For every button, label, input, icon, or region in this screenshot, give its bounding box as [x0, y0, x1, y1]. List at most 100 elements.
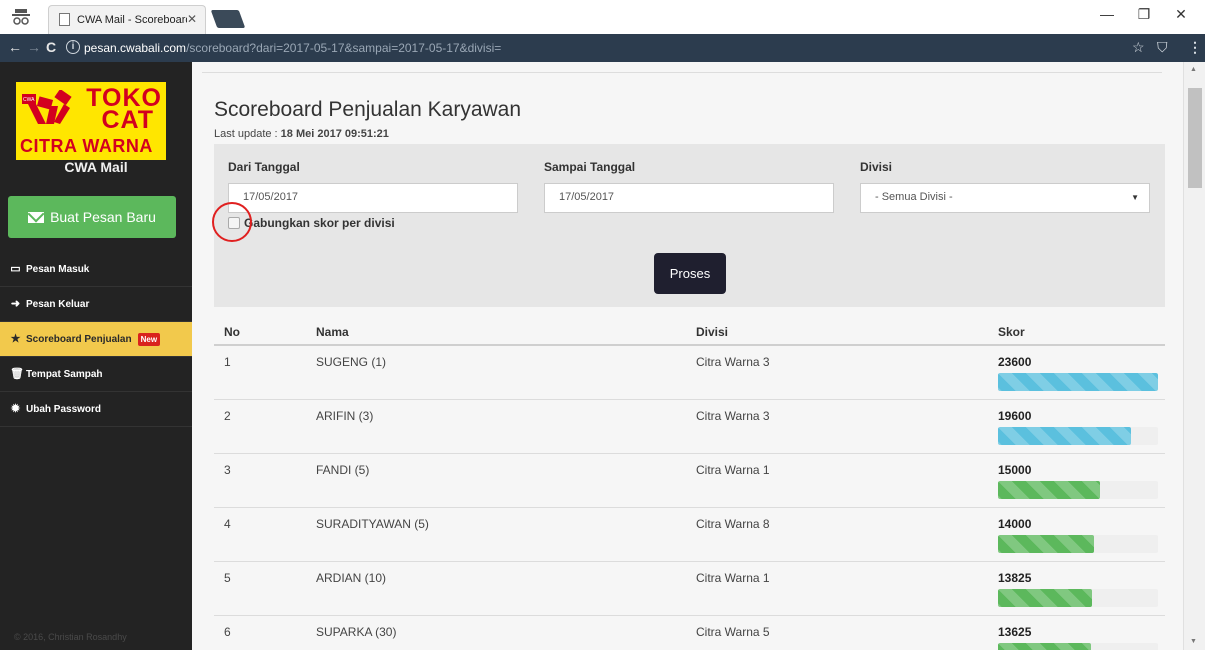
close-window-icon[interactable]: ✕ [1166, 6, 1196, 23]
row-score: 19600 [998, 409, 1032, 423]
url-path: /scoreboard?dari=2017-05-17&sampai=2017-… [186, 41, 502, 55]
close-tab-icon[interactable]: ✕ [187, 12, 197, 26]
row-score: 15000 [998, 463, 1032, 477]
sidebar: CWA TOKO CAT CITRA WARNA CWA Mail Buat P… [0, 62, 192, 650]
score-progress-fill [998, 535, 1094, 553]
restore-icon[interactable]: ❐ [1129, 6, 1159, 23]
back-icon[interactable]: ← [8, 39, 22, 55]
page-title: Scoreboard Penjualan Karyawan [214, 98, 522, 121]
from-date-input[interactable]: 17/05/2017 [228, 183, 518, 213]
scoreboard-table: No Nama Divisi Skor 1 SUGENG (1) Citra War… [214, 318, 1165, 650]
sidebar-item-label: Scoreboard Penjualan [26, 333, 132, 345]
sidebar-item-label: Tempat Sampah [26, 368, 103, 380]
shield-icon[interactable]: ⛉ [1157, 39, 1168, 56]
row-division: Citra Warna 1 [696, 571, 770, 585]
row-score: 14000 [998, 517, 1032, 531]
filter-panel: Dari Tanggal 17/05/2017 Sampai Tanggal 1… [212, 144, 1165, 307]
bookmark-star-icon[interactable]: ☆ [1132, 39, 1145, 56]
header-no: No [224, 325, 240, 339]
row-name: FANDI (5) [316, 463, 370, 477]
row-score: 23600 [998, 355, 1032, 369]
row-no: 4 [224, 517, 231, 531]
table-header: No Nama Divisi Skor [214, 318, 1165, 346]
new-message-button[interactable]: Buat Pesan Baru [8, 196, 176, 238]
row-division: Citra Warna 8 [696, 517, 770, 531]
division-value: - Semua Divisi - [875, 191, 953, 203]
sidebar-item-pesan-keluar[interactable]: ➜ Pesan Keluar [0, 287, 192, 322]
sign-out-icon: ➜ [10, 297, 21, 310]
scrollbar[interactable]: ▲ ▼ [1183, 62, 1205, 650]
forward-icon[interactable]: → [27, 39, 41, 55]
score-progress-bar [998, 481, 1158, 499]
scroll-down-icon[interactable]: ▼ [1190, 638, 1197, 645]
new-badge: New [137, 332, 161, 346]
combine-checkbox-label[interactable]: Gabungkan skor per divisi [244, 216, 395, 230]
table-row: 5 ARDIAN (10) Citra Warna 1 13825 [214, 562, 1165, 616]
row-no: 2 [224, 409, 231, 423]
scroll-up-icon[interactable]: ▲ [1190, 66, 1197, 73]
table-row: 1 SUGENG (1) Citra Warna 3 23600 [214, 346, 1165, 400]
browser-tab-bar: CWA Mail - Scoreboard P ✕ — ❐ ✕ [0, 0, 1205, 34]
sidebar-item-label: Ubah Password [26, 403, 102, 415]
score-progress-fill [998, 481, 1101, 499]
to-date-value: 17/05/2017 [559, 191, 615, 203]
incognito-icon [12, 9, 30, 25]
header-name: Nama [316, 325, 349, 339]
from-date-label: Dari Tanggal [228, 160, 300, 174]
row-score: 13625 [998, 625, 1032, 639]
row-division: Citra Warna 1 [696, 463, 770, 477]
last-update: Last update : 18 Mei 2017 09:51:21 [214, 128, 389, 140]
url-host: pesan.cwabali.com [84, 41, 187, 55]
last-update-label: Last update : [214, 128, 278, 140]
sidebar-item-tempat-sampah[interactable]: 🗑 Tempat Sampah [0, 357, 192, 392]
app-name: CWA Mail [64, 159, 128, 175]
to-date-input[interactable]: 17/05/2017 [544, 183, 834, 213]
table-body: 1 SUGENG (1) Citra Warna 3 23600 2 ARIFIN (3)… [214, 346, 1165, 650]
tab-title: CWA Mail - Scoreboard P [77, 14, 187, 26]
logo-text-citra-warna: CITRA WARNA [20, 136, 153, 156]
from-date-value: 17/05/2017 [243, 191, 299, 203]
table-row: 2 ARIFIN (3) Citra Warna 3 19600 [214, 400, 1165, 454]
row-score: 13825 [998, 571, 1032, 585]
reload-icon[interactable]: C [46, 39, 56, 55]
score-progress-bar [998, 373, 1158, 391]
page-icon [59, 13, 70, 26]
table-row: 4 SURADITYAWAN (5) Citra Warna 8 14000 [214, 508, 1165, 562]
row-no: 6 [224, 625, 231, 639]
score-progress-fill [998, 589, 1093, 607]
sidebar-menu: ▭ Pesan Masuk ➜ Pesan Keluar ★ Scoreboar… [0, 252, 192, 427]
score-progress-fill [998, 643, 1091, 650]
sidebar-item-pesan-masuk[interactable]: ▭ Pesan Masuk [0, 252, 192, 287]
menu-dots-icon[interactable]: ⋮ [1188, 39, 1202, 56]
to-date-label: Sampai Tanggal [544, 160, 636, 174]
highlight-circle [212, 202, 252, 242]
minimize-icon[interactable]: — [1092, 6, 1122, 22]
new-tab-button[interactable] [210, 10, 246, 28]
row-name: SUPARKA (30) [316, 625, 397, 639]
row-division: Citra Warna 3 [696, 409, 770, 423]
row-name: SUGENG (1) [316, 355, 387, 369]
last-update-value: 18 Mei 2017 09:51:21 [280, 128, 389, 140]
site-info-icon[interactable]: i [66, 40, 80, 54]
sidebar-item-label: Pesan Masuk [26, 263, 90, 275]
division-label: Divisi [860, 160, 893, 174]
scroll-thumb[interactable] [1188, 88, 1202, 188]
row-division: Citra Warna 3 [696, 355, 770, 369]
sidebar-item-ubah-password[interactable]: ✹ Ubah Password [0, 392, 192, 427]
browser-tab[interactable]: CWA Mail - Scoreboard P ✕ [48, 5, 206, 34]
envelope-icon [28, 211, 45, 223]
header-score: Skor [998, 325, 1025, 339]
sidebar-item-scoreboard[interactable]: ★ Scoreboard Penjualan New [0, 322, 192, 357]
table-row: 6 SUPARKA (30) Citra Warna 5 13625 [214, 616, 1165, 650]
row-no: 5 [224, 571, 231, 585]
url-field[interactable]: pesan.cwabali.com/scoreboard?dari=2017-0… [84, 41, 501, 55]
division-select[interactable]: - Semua Divisi - ▼ [860, 183, 1150, 213]
proses-button[interactable]: Proses [654, 253, 726, 294]
row-no: 1 [224, 355, 231, 369]
score-progress-bar [998, 427, 1158, 445]
score-progress-bar [998, 643, 1158, 650]
dropdown-arrow-icon: ▼ [1131, 193, 1139, 202]
logo-text-cat: CAT [101, 106, 154, 134]
row-name: ARDIAN (10) [316, 571, 387, 585]
trash-icon: 🗑 [10, 367, 24, 380]
